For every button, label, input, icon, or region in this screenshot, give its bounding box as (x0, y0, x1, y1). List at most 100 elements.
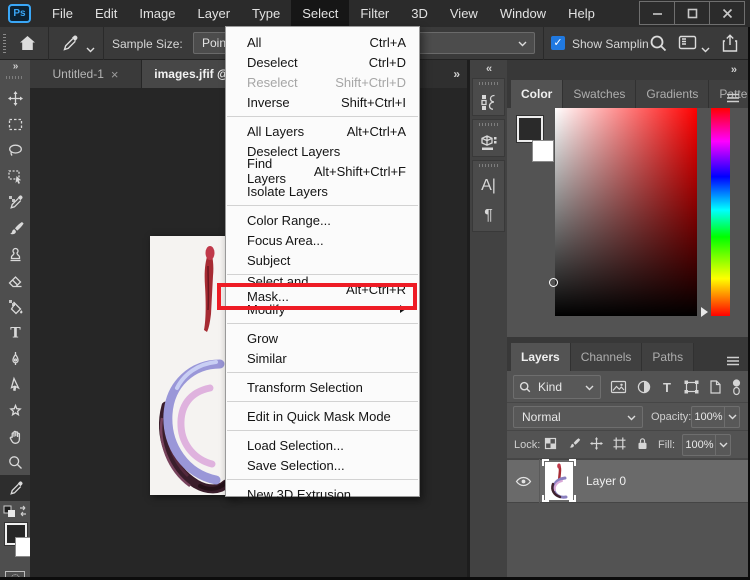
options-bar-grip[interactable] (3, 34, 6, 53)
paragraph-panel-button[interactable]: ¶ (473, 201, 504, 231)
eyedropper-tool-selected[interactable] (0, 475, 30, 501)
panel-grip[interactable] (479, 164, 499, 167)
background-color-swatch[interactable] (532, 140, 554, 162)
move-tool[interactable] (0, 85, 30, 111)
saturation-brightness-field[interactable] (555, 108, 697, 316)
filter-type-layers-icon[interactable]: T (660, 379, 674, 395)
character-panel-button[interactable]: A| (473, 171, 504, 201)
document-tab-untitled-1[interactable]: Untitled-1× (30, 60, 142, 88)
menubar-item-window[interactable]: Window (489, 0, 557, 27)
panel-tab-swatches[interactable]: Swatches (563, 80, 636, 108)
select-menu-item-transform-selection[interactable]: Transform Selection (226, 377, 419, 397)
panel-tab-gradients[interactable]: Gradients (636, 80, 709, 108)
select-menu-item-edit-in-quick-mask-mode[interactable]: Edit in Quick Mask Mode (226, 406, 419, 426)
hand-tool[interactable] (0, 423, 30, 449)
select-menu-item-grow[interactable]: Grow (226, 328, 419, 348)
panel-tab-color[interactable]: Color (511, 80, 563, 108)
tab-overflow-arrow[interactable]: » (453, 60, 459, 88)
type-tool[interactable]: T (0, 319, 30, 345)
color-picker-cursor[interactable] (549, 278, 558, 287)
close-button[interactable] (709, 1, 745, 25)
menubar-item-filter[interactable]: Filter (349, 0, 400, 27)
lock-pixels-icon[interactable] (566, 436, 581, 451)
share-button[interactable] (721, 33, 739, 58)
lock-artboard-icon[interactable] (612, 436, 627, 451)
panel-grip[interactable] (479, 123, 499, 126)
workspace-switcher-button[interactable] (678, 35, 697, 55)
panel-tab-layers[interactable]: Layers (511, 343, 571, 371)
opacity-field[interactable]: 100% (691, 406, 740, 428)
select-menu-item-color-range[interactable]: Color Range... (226, 210, 419, 230)
menubar-item-select[interactable]: Select (291, 0, 349, 27)
layer-name[interactable]: Layer 0 (586, 474, 626, 488)
filter-smart-objects-icon[interactable] (708, 379, 722, 395)
menubar-item-layer[interactable]: Layer (187, 0, 242, 27)
select-menu-item-isolate-layers[interactable]: Isolate Layers (226, 181, 419, 201)
menubar-item-edit[interactable]: Edit (84, 0, 128, 27)
zoom-tool[interactable] (0, 449, 30, 475)
filter-shape-layers-icon[interactable] (683, 379, 700, 395)
panel-tab-paths[interactable]: Paths (642, 343, 694, 371)
chevron-down-icon[interactable] (86, 40, 95, 58)
select-menu-item-all-layers[interactable]: All LayersAlt+Ctrl+A (226, 121, 419, 141)
panel-tab-channels[interactable]: Channels (571, 343, 643, 371)
select-menu-item-subject[interactable]: Subject (226, 250, 419, 270)
select-menu-item-focus-area[interactable]: Focus Area... (226, 230, 419, 250)
lock-position-icon[interactable] (589, 436, 604, 451)
clone-stamp-tool[interactable] (0, 241, 30, 267)
menubar-item-3d[interactable]: 3D (400, 0, 439, 27)
color-sampler-tool[interactable] (0, 189, 30, 215)
object-selection-tool[interactable] (0, 163, 30, 189)
lock-all-icon[interactable] (635, 436, 650, 451)
menubar-item-help[interactable]: Help (557, 0, 606, 27)
layer-row-selected[interactable]: Layer 0 (507, 459, 748, 503)
eraser-tool[interactable] (0, 267, 30, 293)
photoshop-logo-icon[interactable]: Ps (8, 4, 31, 23)
chevron-down-icon[interactable] (701, 40, 710, 58)
select-menu-item-reselect[interactable]: ReselectShift+Ctrl+D (226, 72, 419, 92)
menubar-item-view[interactable]: View (439, 0, 489, 27)
lasso-tool[interactable] (0, 137, 30, 163)
blend-mode-dropdown[interactable]: Normal (513, 406, 643, 428)
fill-field[interactable]: 100% (682, 434, 731, 456)
filter-toggle-icon[interactable] (731, 378, 742, 396)
select-menu-item-new-3d-extrusion[interactable]: New 3D Extrusion (226, 484, 419, 504)
minimize-button[interactable] (639, 1, 675, 25)
custom-shape-tool[interactable] (0, 397, 30, 423)
panel-grip[interactable] (479, 82, 499, 85)
menubar-item-image[interactable]: Image (128, 0, 186, 27)
search-button[interactable] (648, 33, 669, 59)
eyedropper-tool-button[interactable] (60, 33, 80, 58)
panel-menu-button[interactable] (726, 90, 740, 108)
select-menu-item-inverse[interactable]: InverseShift+Ctrl+I (226, 92, 419, 112)
select-menu-item-all[interactable]: AllCtrl+A (226, 32, 419, 52)
tab-close-icon[interactable]: × (111, 67, 119, 82)
select-menu-item-save-selection[interactable]: Save Selection... (226, 455, 419, 475)
menubar-item-type[interactable]: Type (241, 0, 291, 27)
filter-adjustment-layers-icon[interactable] (636, 379, 652, 395)
dock-expand-arrow[interactable]: « (470, 60, 507, 78)
layer-thumbnail[interactable] (540, 459, 578, 503)
foreground-color-swatch[interactable] (517, 116, 543, 142)
open-document-image[interactable] (150, 236, 234, 495)
hue-slider-pointer[interactable] (701, 307, 708, 317)
select-menu-item-find-layers[interactable]: Find LayersAlt+Shift+Ctrl+F (226, 161, 419, 181)
menubar-item-file[interactable]: File (41, 0, 84, 27)
maximize-button[interactable] (674, 1, 710, 25)
brush-tool[interactable] (0, 215, 30, 241)
toolbar-expand-arrow[interactable]: » (0, 60, 30, 74)
toolbar-grip[interactable] (6, 76, 24, 79)
layer-visibility-toggle[interactable] (507, 459, 540, 503)
hue-ramp[interactable] (711, 108, 730, 316)
3d-materials-panel-button[interactable] (473, 130, 504, 156)
show-sampling-checkbox[interactable]: ✓ (551, 36, 565, 50)
select-menu-item-select-and-mask[interactable]: Select and Mask...Alt+Ctrl+R (226, 279, 419, 299)
pen-tool[interactable] (0, 345, 30, 371)
path-selection-tool[interactable] (0, 371, 30, 397)
paint-bucket-tool[interactable] (0, 293, 30, 319)
rectangular-marquee-tool[interactable] (0, 111, 30, 137)
select-menu-item-similar[interactable]: Similar (226, 348, 419, 368)
select-menu-item-deselect[interactable]: DeselectCtrl+D (226, 52, 419, 72)
select-menu-item-load-selection[interactable]: Load Selection... (226, 435, 419, 455)
home-button[interactable] (18, 34, 37, 57)
